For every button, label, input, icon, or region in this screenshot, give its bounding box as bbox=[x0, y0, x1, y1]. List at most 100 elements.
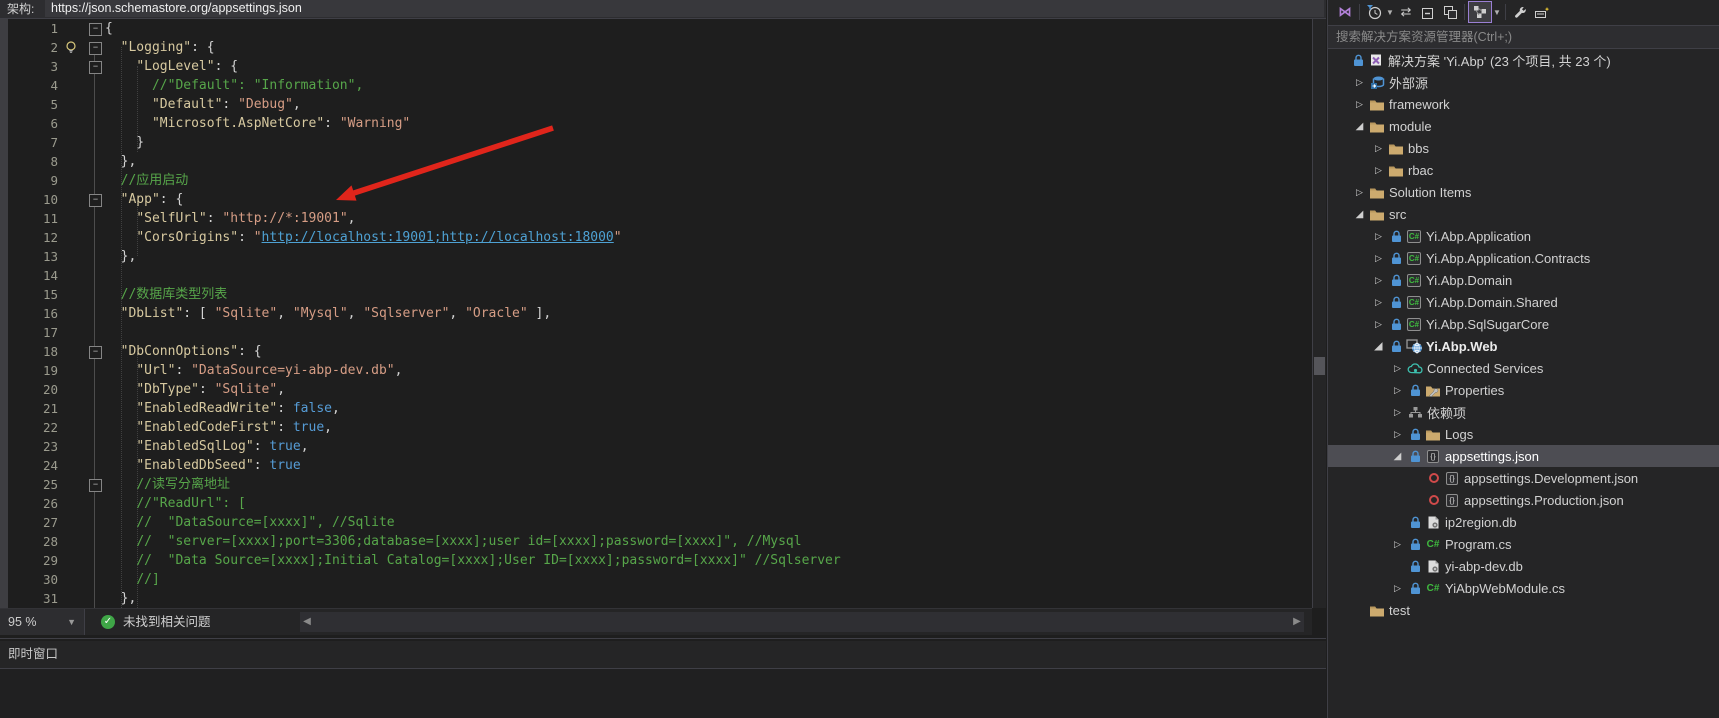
tree-item-project-yi-abp-domain-shared[interactable]: ▷C#Yi.Abp.Domain.Shared bbox=[1328, 291, 1719, 313]
tree-item-properties-node[interactable]: ▷Properties bbox=[1328, 379, 1719, 401]
chevron-down-icon[interactable]: ▼ bbox=[1492, 8, 1502, 17]
code-line-19[interactable]: 19 "Url": "DataSource=yi-abp-dev.db", bbox=[0, 361, 1312, 380]
code-line-5[interactable]: 5 "Default": "Debug", bbox=[0, 95, 1312, 114]
expander-collapsed-icon[interactable]: ▷ bbox=[1370, 319, 1387, 330]
track-active-item-icon[interactable] bbox=[1468, 1, 1492, 23]
fold-collapse-box[interactable]: − bbox=[89, 346, 102, 359]
code-line-25[interactable]: 25 //读写分离地址 bbox=[0, 475, 1312, 494]
code-line-30[interactable]: 30 //] bbox=[0, 570, 1312, 589]
code-line-18[interactable]: 18 "DbConnOptions": { bbox=[0, 342, 1312, 361]
expander-expanded-icon[interactable]: ◢ bbox=[1389, 451, 1406, 462]
code-line-17[interactable]: 17 bbox=[0, 323, 1312, 342]
fold-collapse-box[interactable]: − bbox=[89, 479, 102, 492]
code-line-14[interactable]: 14 bbox=[0, 266, 1312, 285]
search-input[interactable] bbox=[1328, 26, 1719, 48]
collapse-all-icon[interactable] bbox=[1417, 2, 1439, 22]
pending-changes-filter-icon[interactable] bbox=[1363, 2, 1385, 22]
expander-collapsed-icon[interactable]: ▷ bbox=[1389, 583, 1406, 594]
code-line-1[interactable]: 1{ bbox=[0, 19, 1312, 38]
tree-item-file-appsettings-json[interactable]: ◢{}appsettings.json bbox=[1328, 445, 1719, 467]
tree-item-file-yi-abp-dev-db[interactable]: yi-abp-dev.db bbox=[1328, 555, 1719, 577]
expander-collapsed-icon[interactable]: ▷ bbox=[1351, 99, 1368, 110]
immediate-window-content[interactable] bbox=[0, 669, 1326, 718]
code-line-4[interactable]: 4 //"Default": "Information", bbox=[0, 76, 1312, 95]
expander-collapsed-icon[interactable]: ▷ bbox=[1351, 77, 1368, 88]
tree-item-project-yi-abp-web[interactable]: ◢Yi.Abp.Web bbox=[1328, 335, 1719, 357]
expander-collapsed-icon[interactable]: ▷ bbox=[1389, 385, 1406, 396]
code-line-2[interactable]: 2 "Logging": { bbox=[0, 38, 1312, 57]
code-editor[interactable]: 1{2 "Logging": {3 "LogLevel": {4 //"Defa… bbox=[0, 19, 1312, 608]
expander-collapsed-icon[interactable]: ▷ bbox=[1370, 231, 1387, 242]
fold-collapse-box[interactable]: − bbox=[89, 194, 102, 207]
tree-item-file-yiabpwebmodule-cs[interactable]: ▷C#YiAbpWebModule.cs bbox=[1328, 577, 1719, 599]
code-line-7[interactable]: 7 } bbox=[0, 133, 1312, 152]
expander-collapsed-icon[interactable]: ▷ bbox=[1389, 407, 1406, 418]
code-line-31[interactable]: 31 }, bbox=[0, 589, 1312, 608]
expander-collapsed-icon[interactable]: ▷ bbox=[1389, 539, 1406, 550]
expander-expanded-icon[interactable]: ◢ bbox=[1351, 209, 1368, 220]
switch-views-icon[interactable]: ⋈ bbox=[1334, 2, 1356, 22]
code-line-8[interactable]: 8 }, bbox=[0, 152, 1312, 171]
document-health-check-icon[interactable]: ✓ bbox=[101, 615, 115, 629]
expander-collapsed-icon[interactable]: ▷ bbox=[1370, 297, 1387, 308]
code-line-23[interactable]: 23 "EnabledSqlLog": true, bbox=[0, 437, 1312, 456]
fold-collapse-box[interactable]: − bbox=[89, 42, 102, 55]
tree-item-folder-test[interactable]: test bbox=[1328, 599, 1719, 621]
immediate-window-header[interactable]: 即时窗口 bbox=[0, 641, 1326, 669]
code-line-27[interactable]: 27 // "DataSource=[xxxx]", //Sqlite bbox=[0, 513, 1312, 532]
fold-collapse-box[interactable]: − bbox=[89, 23, 102, 36]
expander-collapsed-icon[interactable]: ▷ bbox=[1389, 429, 1406, 440]
expander-expanded-icon[interactable]: ◢ bbox=[1370, 341, 1387, 352]
tree-item-folder-src[interactable]: ◢src bbox=[1328, 203, 1719, 225]
expander-collapsed-icon[interactable]: ▷ bbox=[1351, 187, 1368, 198]
code-line-9[interactable]: 9 //应用启动 bbox=[0, 171, 1312, 190]
properties-wrench-icon[interactable] bbox=[1509, 2, 1531, 22]
tree-item-project-yi-abp-sqlsugarcore[interactable]: ▷C#Yi.Abp.SqlSugarCore bbox=[1328, 313, 1719, 335]
vertical-scrollbar-thumb[interactable] bbox=[1314, 357, 1325, 375]
show-all-files-icon[interactable] bbox=[1439, 2, 1461, 22]
tree-item-folder-solution-items[interactable]: ▷Solution Items bbox=[1328, 181, 1719, 203]
code-line-6[interactable]: 6 "Microsoft.AspNetCore": "Warning" bbox=[0, 114, 1312, 133]
code-line-21[interactable]: 21 "EnabledReadWrite": false, bbox=[0, 399, 1312, 418]
tree-item-project-yi-abp-domain[interactable]: ▷C#Yi.Abp.Domain bbox=[1328, 269, 1719, 291]
code-line-28[interactable]: 28 // "server=[xxxx];port=3306;database=… bbox=[0, 532, 1312, 551]
tree-item-file-ip2region-db[interactable]: ip2region.db bbox=[1328, 511, 1719, 533]
code-line-24[interactable]: 24 "EnabledDbSeed": true bbox=[0, 456, 1312, 475]
expander-collapsed-icon[interactable]: ▷ bbox=[1370, 143, 1387, 154]
panel-divider[interactable] bbox=[0, 638, 1326, 639]
url-link[interactable]: http://localhost:19001;http://localhost:… bbox=[262, 230, 614, 245]
editor-horizontal-scrollbar[interactable]: ◀ ▶ bbox=[300, 612, 1304, 632]
code-line-11[interactable]: 11 "SelfUrl": "http://*:19001", bbox=[0, 209, 1312, 228]
tree-item-folder-framework[interactable]: ▷framework bbox=[1328, 93, 1719, 115]
code-line-16[interactable]: 16 "DbList": [ "Sqlite", "Mysql", "Sqlse… bbox=[0, 304, 1312, 323]
code-line-29[interactable]: 29 // "Data Source=[xxxx];Initial Catalo… bbox=[0, 551, 1312, 570]
tree-item-folder-logs[interactable]: ▷Logs bbox=[1328, 423, 1719, 445]
code-line-10[interactable]: 10 "App": { bbox=[0, 190, 1312, 209]
tree-item-file-appsettings-development-json[interactable]: {}appsettings.Development.json bbox=[1328, 467, 1719, 489]
scroll-left-arrow-icon[interactable]: ◀ bbox=[300, 612, 314, 632]
sync-with-active-document-icon[interactable]: ⇄ bbox=[1395, 2, 1417, 22]
lightbulb-icon[interactable] bbox=[64, 40, 78, 54]
scroll-right-arrow-icon[interactable]: ▶ bbox=[1290, 612, 1304, 632]
tree-item-external-sources[interactable]: ▷外部源 bbox=[1328, 71, 1719, 93]
code-line-12[interactable]: 12 "CorsOrigins": "http://localhost:1900… bbox=[0, 228, 1312, 247]
preview-selected-items-icon[interactable] bbox=[1531, 2, 1553, 22]
fold-collapse-box[interactable]: − bbox=[89, 61, 102, 74]
code-line-26[interactable]: 26 //"ReadUrl": [ bbox=[0, 494, 1312, 513]
zoom-level-combobox[interactable]: 95 % ▼ bbox=[0, 609, 85, 635]
expander-collapsed-icon[interactable]: ▷ bbox=[1370, 275, 1387, 286]
code-line-20[interactable]: 20 "DbType": "Sqlite", bbox=[0, 380, 1312, 399]
expander-expanded-icon[interactable]: ◢ bbox=[1351, 121, 1368, 132]
tree-item-project-yi-abp-application-contracts[interactable]: ▷C#Yi.Abp.Application.Contracts bbox=[1328, 247, 1719, 269]
tree-item-dependencies-node[interactable]: ▷依赖项 bbox=[1328, 401, 1719, 423]
tree-item-folder-rbac[interactable]: ▷rbac bbox=[1328, 159, 1719, 181]
code-line-15[interactable]: 15 //数据库类型列表 bbox=[0, 285, 1312, 304]
code-line-22[interactable]: 22 "EnabledCodeFirst": true, bbox=[0, 418, 1312, 437]
tree-item-solution-root[interactable]: 解决方案 'Yi.Abp' (23 个项目, 共 23 个) bbox=[1328, 49, 1719, 71]
tree-item-project-yi-abp-application[interactable]: ▷C#Yi.Abp.Application bbox=[1328, 225, 1719, 247]
expander-collapsed-icon[interactable]: ▷ bbox=[1389, 363, 1406, 374]
expander-collapsed-icon[interactable]: ▷ bbox=[1370, 165, 1387, 176]
chevron-down-icon[interactable]: ▼ bbox=[1385, 8, 1395, 17]
schema-url-combobox[interactable]: https://json.schemastore.org/appsettings… bbox=[45, 0, 1324, 17]
code-line-3[interactable]: 3 "LogLevel": { bbox=[0, 57, 1312, 76]
